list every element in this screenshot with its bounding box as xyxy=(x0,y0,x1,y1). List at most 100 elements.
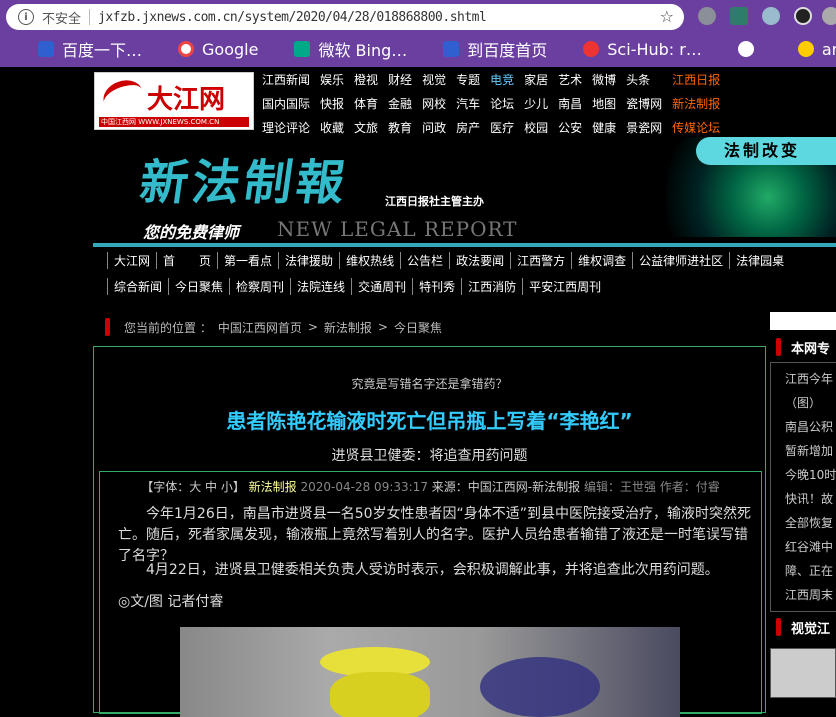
nav-link[interactable]: 论坛 xyxy=(490,95,514,112)
menu-link[interactable]: 特刊秀 xyxy=(412,277,461,295)
menu-link[interactable]: 检察周刊 xyxy=(229,277,290,295)
breadcrumb-sep: > xyxy=(377,320,388,334)
menu-row: 大江网首 页第一看点 法律援助 维权热线 公告栏 政法要闻 江西警方 维权调查 公益律师进社区… xyxy=(93,247,836,273)
nav-link[interactable]: 网校 xyxy=(422,95,446,112)
nav-link[interactable]: 江西日报 xyxy=(672,71,720,88)
nav-link[interactable]: 微博 xyxy=(592,71,616,88)
sidebar-list-item[interactable]: 江西今年 xyxy=(785,367,836,391)
publish-datetime: 2020-04-28 09:33:17 xyxy=(300,480,428,494)
nav-link[interactable]: 校园 xyxy=(524,119,548,136)
nav-link[interactable]: 家居 xyxy=(524,71,548,88)
article-body: 【字体：大 中 小】 新法制报 2020-04-28 09:33:17 来源：中… xyxy=(99,471,762,717)
sidebar-list-item[interactable]: 快讯！故 xyxy=(785,487,836,511)
sidebar-list-item[interactable]: 暂新增加 xyxy=(785,439,836,463)
nav-link[interactable]: 视觉 xyxy=(422,71,446,88)
url-text[interactable]: jxfzb.jxnews.com.cn/system/2020/04/28/01… xyxy=(98,10,487,25)
menu-link[interactable]: 首 页 xyxy=(156,251,217,269)
logo-swoosh xyxy=(99,75,147,117)
menu-link[interactable]: 维权热线 xyxy=(339,251,400,269)
nav-link[interactable]: 景瓷网 xyxy=(626,119,662,136)
paragraph: ◎文/图 记者付睿 xyxy=(118,594,224,610)
nav-link[interactable]: 专题 xyxy=(456,71,480,88)
nav-link[interactable]: 教育 xyxy=(388,119,412,136)
nav-link[interactable]: 收藏 xyxy=(320,119,344,136)
sidebar-list-item[interactable]: 今晚10时 xyxy=(785,463,836,487)
sidebar-heading: 本网专 xyxy=(770,332,836,362)
menu-link[interactable]: 江西消防 xyxy=(461,277,522,295)
bookmark-star-icon[interactable]: ☆ xyxy=(660,7,674,26)
bookmark-scihub[interactable]: Sci-Hub: r… xyxy=(583,40,702,59)
menu-link[interactable]: 第一看点 xyxy=(217,251,278,269)
bookmark-baidu-home[interactable]: 到百度首页 xyxy=(443,37,547,61)
nav-link[interactable]: 医疗 xyxy=(490,119,514,136)
sidebar-photo[interactable] xyxy=(770,648,836,698)
sidebar: 本网专 江西今年（图）南昌公积暂新增加今晚10时快讯！故全部恢复红谷滩中障、正在… xyxy=(770,312,836,713)
sidebar-list-item[interactable]: 红谷滩中 xyxy=(785,535,836,559)
nav-link[interactable]: 江西新闻 xyxy=(262,71,310,88)
nav-link[interactable]: 国内国际 xyxy=(262,95,310,112)
bookmark-bing[interactable]: 微软 Bing… xyxy=(294,37,407,61)
baidu-paw-icon xyxy=(38,41,54,57)
nav-link[interactable]: 理论评论 xyxy=(262,119,310,136)
menu-link[interactable]: 交通周刊 xyxy=(351,277,412,295)
extension-icon[interactable] xyxy=(762,7,780,25)
extension-icon[interactable] xyxy=(822,7,836,25)
menu-link[interactable]: 公益律师进社区 xyxy=(632,251,729,269)
menu-link[interactable]: 公告栏 xyxy=(400,251,449,269)
nav-link[interactable]: 公安 xyxy=(558,119,582,136)
nav-link[interactable]: 体育 xyxy=(354,95,378,112)
address-bar[interactable]: i 不安全 jxfzb.jxnews.com.cn/system/2020/04… xyxy=(6,4,684,30)
font-size-control[interactable]: 【字体：大 中 小】 xyxy=(141,480,245,494)
nav-link[interactable]: 金融 xyxy=(388,95,412,112)
menu-link[interactable]: 平安江西周刊 xyxy=(522,277,607,295)
logo-subtext: 中国江西网 WWW.JXNEWS.COM.CN xyxy=(99,117,249,127)
nav-link[interactable]: 财经 xyxy=(388,71,412,88)
bookmark-arxiv[interactable]: arX xyxy=(797,40,836,59)
menu-row: 综合新闻 今日聚焦 检察周刊 法院连线 交通周刊 特刊秀 江西消防 平安江西周刊 xyxy=(93,273,836,299)
breadcrumb-link[interactable]: 新法制报 xyxy=(324,319,372,336)
nav-link[interactable]: 瓷博网 xyxy=(626,95,662,112)
nav-link[interactable]: 传媒论坛 xyxy=(672,119,720,136)
bookmark-google[interactable]: Google xyxy=(178,40,258,59)
nav-link[interactable]: 电竞 xyxy=(490,71,514,88)
nav-link[interactable]: 南昌 xyxy=(558,95,582,112)
nav-link[interactable]: 艺术 xyxy=(558,71,582,88)
bookmark-baidu[interactable]: 百度一下… xyxy=(38,37,142,61)
nav-link[interactable]: 快报 xyxy=(320,95,344,112)
info-icon[interactable]: i xyxy=(18,9,34,25)
menu-link[interactable]: 法院连线 xyxy=(290,277,351,295)
nav-link[interactable]: 问政 xyxy=(422,119,446,136)
sidebar-list-item[interactable]: 江西周末 xyxy=(785,583,836,607)
nav-link[interactable]: 房产 xyxy=(456,119,480,136)
menu-link[interactable]: 法律园桌 xyxy=(729,251,790,269)
menu-link[interactable]: 法律援助 xyxy=(278,251,339,269)
extension-icon[interactable] xyxy=(730,7,748,25)
breadcrumb-link[interactable]: 今日聚焦 xyxy=(394,319,442,336)
sidebar-list-item[interactable]: 全部恢复 xyxy=(785,511,836,535)
menu-link[interactable]: 维权调查 xyxy=(571,251,632,269)
menu-link[interactable]: 大江网 xyxy=(107,251,156,269)
menu-link[interactable]: 江西警方 xyxy=(510,251,571,269)
extension-icon[interactable] xyxy=(698,7,716,25)
nav-link[interactable]: 头条 xyxy=(626,71,662,88)
nav-link[interactable]: 汽车 xyxy=(456,95,480,112)
bookmark-globe[interactable] xyxy=(737,41,762,57)
nav-link[interactable]: 娱乐 xyxy=(320,71,344,88)
nav-link[interactable]: 文旅 xyxy=(354,119,378,136)
breadcrumb-link[interactable]: 中国江西网首页 xyxy=(218,319,302,336)
sidebar-list-item[interactable]: 南昌公积 xyxy=(785,415,836,439)
nav-link[interactable]: 少儿 xyxy=(524,95,548,112)
sidebar-list-item[interactable]: （图） xyxy=(785,391,836,415)
extension-icon[interactable] xyxy=(794,7,812,25)
nav-link[interactable]: 地图 xyxy=(592,95,616,112)
editor: 编辑：王世强 xyxy=(583,480,656,494)
sidebar-list-item[interactable]: 障、正在 xyxy=(785,559,836,583)
nav-link[interactable]: 新法制报 xyxy=(672,95,720,112)
site-logo[interactable]: 大江网 中国江西网 WWW.JXNEWS.COM.CN xyxy=(94,72,254,130)
source-name[interactable]: 新法制报 xyxy=(249,480,297,494)
menu-link[interactable]: 政法要闻 xyxy=(449,251,510,269)
menu-link[interactable]: 综合新闻 xyxy=(107,277,168,295)
nav-link[interactable]: 橙视 xyxy=(354,71,378,88)
menu-link[interactable]: 今日聚焦 xyxy=(168,277,229,295)
nav-link[interactable]: 健康 xyxy=(592,119,616,136)
